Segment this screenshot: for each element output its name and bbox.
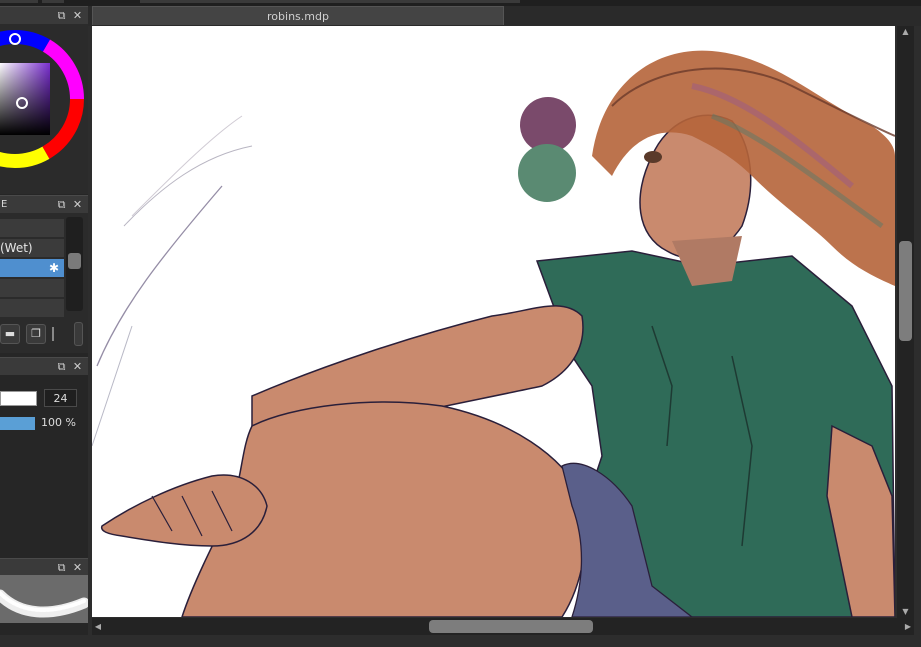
scroll-right-icon[interactable]: ▶ (902, 618, 914, 635)
folder-icon[interactable]: ▬ (0, 324, 20, 344)
brush-size-slider[interactable] (0, 391, 37, 406)
brush-panel-header: E ⧉ ✕ (0, 195, 88, 213)
color-panel-header: ⧉ ✕ (0, 6, 88, 24)
brush-size-input[interactable]: 24 (44, 389, 77, 407)
float-icon[interactable]: ⧉ (56, 562, 67, 573)
gear-icon[interactable]: ✱ (49, 259, 59, 278)
opacity-slider[interactable] (0, 417, 35, 430)
color-wheel-panel (0, 24, 88, 194)
brush-panel: (Wet) ✱ ▬ ❐ (0, 213, 88, 353)
color-swatch-green (518, 144, 576, 202)
brush-preview-header: ⧉ ✕ (0, 558, 88, 576)
color-wheel[interactable] (0, 24, 88, 194)
document-tab[interactable]: robins.mdp (92, 6, 504, 25)
float-icon[interactable]: ⧉ (56, 199, 67, 210)
brush-item[interactable]: (Wet) (0, 239, 64, 258)
close-icon[interactable]: ✕ (72, 199, 83, 210)
brush-item[interactable] (0, 219, 64, 238)
brush-stroke-preview (0, 575, 88, 623)
brush-panel-title: E (1, 199, 8, 210)
brush-item[interactable] (0, 279, 64, 298)
close-icon[interactable]: ✕ (72, 10, 83, 21)
scroll-down-icon[interactable]: ▼ (897, 606, 914, 618)
float-icon[interactable]: ⧉ (56, 10, 67, 21)
horizontal-scrollbar[interactable]: ◀ ▶ (92, 618, 914, 635)
divider (52, 327, 54, 341)
close-icon[interactable]: ✕ (72, 361, 83, 372)
panel-resize-handle[interactable] (74, 322, 83, 346)
brush-list-scrollbar[interactable] (66, 217, 83, 311)
app-window: ⧉ ✕ E ⧉ ✕ (Wet) ✱ ▬ ❐ ⧉ ✕ 24 100 % ⧉ ✕ r… (0, 0, 921, 647)
brush-item-selected[interactable]: ✱ (0, 259, 64, 278)
vertical-scroll-thumb[interactable] (899, 241, 912, 341)
float-icon[interactable]: ⧉ (56, 361, 67, 372)
size-panel-header: ⧉ ✕ (0, 357, 88, 375)
opacity-value: 100 % (41, 416, 76, 429)
scroll-thumb[interactable] (68, 253, 81, 269)
copy-icon[interactable]: ❐ (26, 324, 46, 344)
brush-item[interactable] (0, 299, 64, 318)
close-icon[interactable]: ✕ (72, 562, 83, 573)
scroll-up-icon[interactable]: ▲ (897, 26, 914, 38)
artwork (92, 50, 895, 617)
scroll-left-icon[interactable]: ◀ (92, 618, 104, 635)
horizontal-scroll-thumb[interactable] (429, 620, 593, 633)
vertical-scrollbar[interactable]: ▲ ▼ (897, 26, 914, 618)
drawing-canvas[interactable] (92, 26, 895, 617)
status-strip (0, 635, 921, 647)
